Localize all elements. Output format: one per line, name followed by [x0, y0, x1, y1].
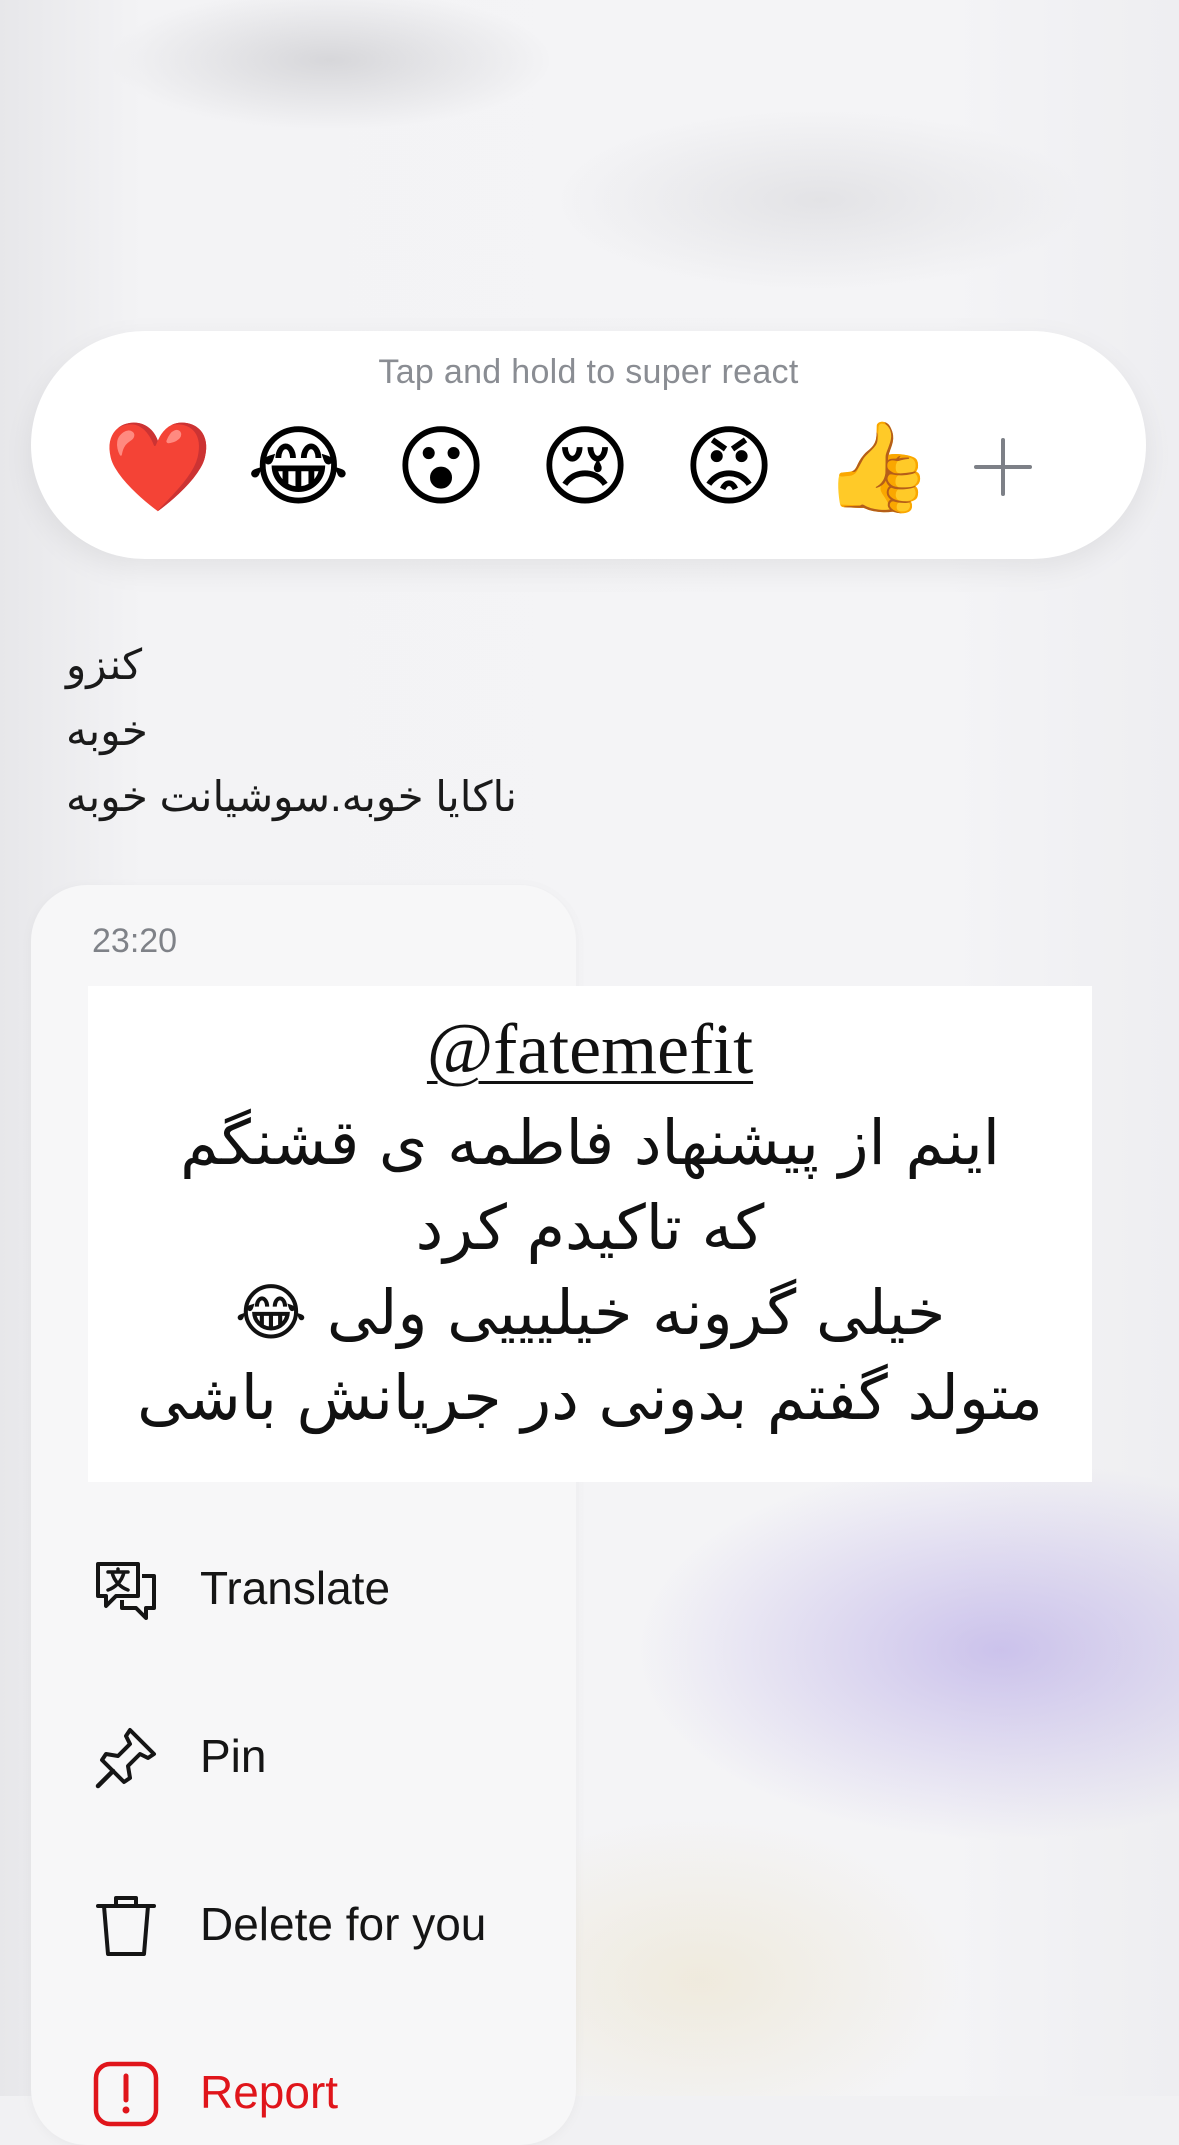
story-text-line: اینم از پیشنهاد فاطمه ی قشنگم — [180, 1106, 1000, 1179]
plus-icon[interactable] — [971, 435, 1035, 499]
reaction-bar: Tap and hold to super react ❤️ 😂 😮 😢 😡 👍 — [31, 331, 1146, 559]
story-text-line: خیلی گرونه خیلیییی ولی 😂 — [234, 1276, 946, 1349]
translate-icon — [96, 1562, 156, 1620]
menu-item-pin[interactable]: Pin — [92, 1711, 562, 1801]
menu-label: Pin — [200, 1730, 267, 1782]
reaction-thumbs-up[interactable]: 👍 — [823, 417, 933, 517]
reaction-wow[interactable]: 😮 — [391, 417, 491, 517]
menu-label: Translate — [200, 1562, 391, 1614]
reaction-sad[interactable]: 😢 — [535, 417, 635, 517]
menu-label: Delete for you — [200, 1898, 487, 1950]
message-line: کنزو — [66, 641, 143, 688]
reaction-angry[interactable]: 😡 — [679, 417, 779, 517]
reaction-hint: Tap and hold to super react — [378, 353, 799, 391]
message-line: خوبه — [66, 707, 148, 754]
story-text-line: که تاکیدم کرد — [415, 1191, 765, 1264]
story-handle: @fatemefit — [426, 1009, 754, 1089]
message-line: ناکایا خوبه.سوشیانت خوبه — [66, 773, 517, 820]
shared-story-card[interactable]: @fatemefit اینم از پیشنهاد فاطمه ی قشنگم… — [88, 986, 1092, 1482]
pin-icon — [95, 1728, 156, 1789]
message-timestamp: 23:20 — [92, 922, 178, 960]
report-icon — [93, 2061, 159, 2127]
trash-icon — [96, 1896, 156, 1956]
menu-item-report[interactable]: Report — [92, 2047, 562, 2137]
menu-item-delete[interactable]: Delete for you — [92, 1879, 562, 1969]
menu-item-translate[interactable]: Translate — [92, 1543, 562, 1633]
menu-label: Report — [200, 2066, 339, 2118]
previous-message: کنزو خوبه ناکایا خوبه.سوشیانت خوبه — [66, 632, 626, 830]
story-text-line: متولد گفتم بدونی در جریانش باشی — [137, 1361, 1043, 1434]
reaction-laugh[interactable]: 😂 — [247, 417, 350, 517]
reaction-heart[interactable]: ❤️ — [103, 417, 213, 517]
